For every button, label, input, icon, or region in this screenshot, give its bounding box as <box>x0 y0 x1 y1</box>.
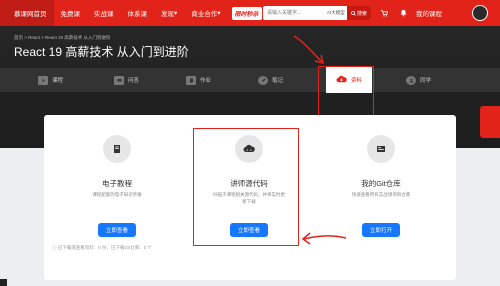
my-course-link[interactable]: 我的课程 <box>416 0 442 26</box>
tab-notes[interactable]: 笔记 <box>258 68 283 92</box>
tab-homework[interactable]: 作业 <box>186 68 211 92</box>
tab-classmates-label: 同学 <box>420 78 432 84</box>
resource-ebook-title: 电子教程 <box>102 179 132 188</box>
side-promo-badge[interactable] <box>480 106 500 138</box>
resource-git-title: 我的Git仓库 <box>361 179 401 188</box>
nav-business[interactable]: 商业合作 ▾ <box>184 0 227 26</box>
nav-business-label: 商业合作 <box>191 11 218 18</box>
search-input[interactable] <box>263 7 325 19</box>
course-title: React 19 高薪技术 从入门到进阶 <box>14 45 189 59</box>
annotation-arrow-top <box>293 35 325 65</box>
resource-git-desc: 快速查看所有实战课项目仓库 <box>351 192 411 197</box>
nav-discover[interactable]: 发现 ▾ <box>154 0 184 26</box>
people-icon <box>406 75 416 85</box>
download-note: ⓘ 已下载或查看资料：0 份；已下载Git仓库：0 个 <box>52 245 152 251</box>
search-box: AI大模型 搜索 <box>263 6 371 20</box>
search-button[interactable]: 搜索 <box>347 6 371 20</box>
nav-system-courses[interactable]: 体系课 <box>121 0 155 26</box>
view-ebook-button[interactable]: 立即查看 <box>98 223 136 237</box>
cart-icon[interactable] <box>380 0 388 26</box>
note-icon <box>258 75 268 85</box>
chat-icon <box>114 75 124 85</box>
git-repo-icon <box>367 135 395 163</box>
nav-home[interactable]: 慕课网首页 <box>0 0 54 26</box>
doc-icon <box>186 75 196 85</box>
nav-free-courses[interactable]: 免费课 <box>54 0 88 26</box>
avatar[interactable] <box>472 5 488 21</box>
corner-widget[interactable] <box>0 279 7 286</box>
ebook-icon <box>103 135 131 163</box>
search-icon <box>351 10 356 16</box>
download-note-text: 已下载或查看资料：0 份；已下载Git仓库：0 个 <box>57 245 153 250</box>
promo-badge[interactable]: 限时秒杀 <box>231 6 262 20</box>
tab-notes-label: 笔记 <box>272 78 284 84</box>
bell-icon[interactable] <box>400 0 407 26</box>
highlight-source-code <box>193 128 299 246</box>
tab-course-label: 课程 <box>52 78 64 84</box>
info-icon: ⓘ <box>52 245 57 250</box>
search-button-label: 搜索 <box>356 10 367 17</box>
tab-course[interactable]: 课程 <box>38 68 63 92</box>
open-git-button[interactable]: 立即打开 <box>362 223 400 237</box>
course-tabbar: 课程 问答 作业 笔记 资料 同学 <box>0 67 500 93</box>
tab-homework-label: 作业 <box>200 78 212 84</box>
resource-ebook-desc: 课程配套的电子知识手册 <box>92 192 142 197</box>
tab-qa[interactable]: 问答 <box>114 68 139 92</box>
nav-practical-courses[interactable]: 实战课 <box>87 0 121 26</box>
tab-qa-label: 问答 <box>128 78 140 84</box>
breadcrumb[interactable]: 首页 > React > React 19 高薪技术 从入门到进阶 <box>14 35 111 41</box>
ai-label[interactable]: AI大模型 <box>327 10 345 16</box>
play-icon <box>38 75 48 85</box>
annotation-arrow-bottom <box>301 232 347 245</box>
nav-discover-label: 发现 <box>161 11 174 18</box>
tab-classmates[interactable]: 同学 <box>406 68 431 92</box>
